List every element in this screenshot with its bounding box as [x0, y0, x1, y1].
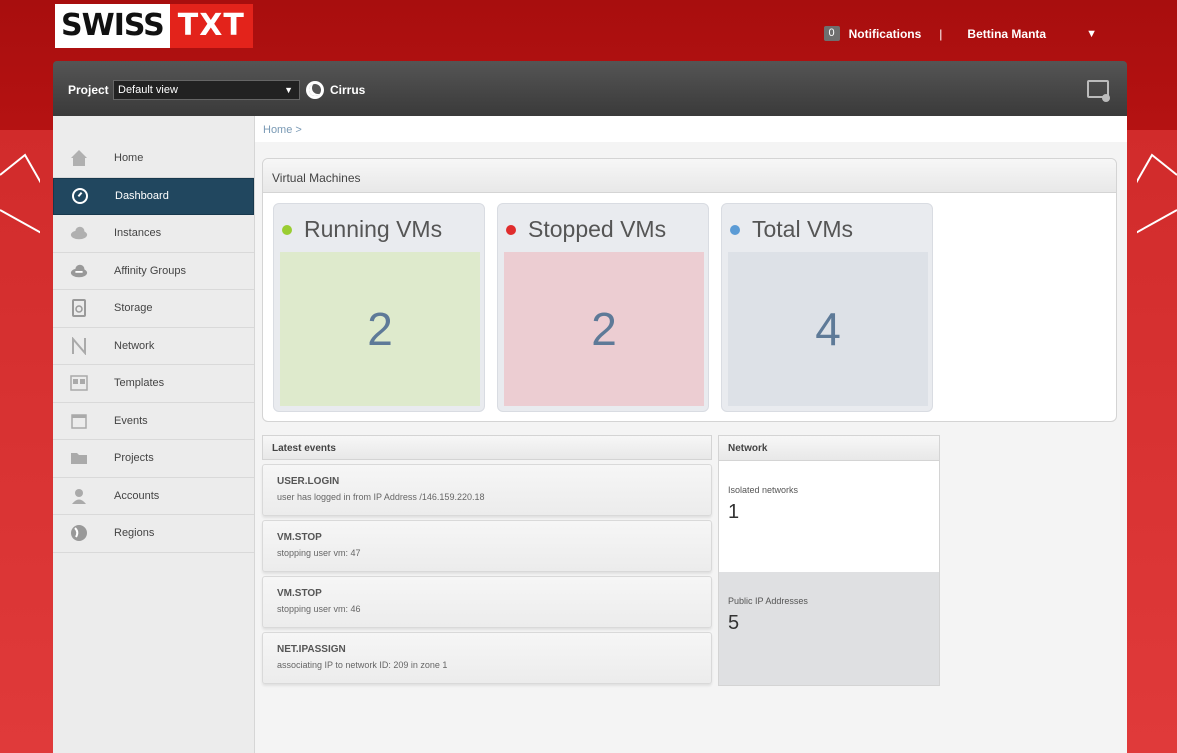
project-bar: Project Default view ▼ Cirrus — [53, 61, 1127, 116]
zone-name: Cirrus — [330, 83, 366, 97]
event-type: USER.LOGIN — [277, 476, 340, 487]
sidebar: Home Dashboard Instances Affinity Groups… — [53, 116, 255, 753]
card-label: Total VMs — [752, 216, 853, 242]
latest-events-panel: Latest events USER.LOGIN user has logged… — [262, 435, 712, 684]
sidebar-item-label: Affinity Groups — [114, 264, 186, 277]
project-select-value: Default view — [118, 84, 178, 96]
event-item[interactable]: VM.STOP stopping user vm: 47 — [262, 520, 712, 572]
right-decoration-icon — [1137, 153, 1177, 234]
cloud-icon — [70, 224, 88, 242]
status-dot-icon — [506, 224, 516, 235]
sidebar-item-accounts[interactable]: Accounts — [53, 478, 254, 515]
user-menu-caret-icon[interactable]: ▼ — [1086, 28, 1097, 40]
sidebar-item-label: Home — [114, 152, 144, 165]
card-title: Stopped VMs — [506, 216, 666, 243]
sidebar-item-affinity-groups[interactable]: Affinity Groups — [53, 253, 254, 290]
event-description: user has logged in from IP Address /146.… — [277, 492, 485, 502]
sidebar-item-templates[interactable]: Templates — [53, 365, 254, 403]
card-label: Stopped VMs — [528, 216, 667, 242]
calendar-icon — [70, 412, 88, 430]
isolated-networks-label: Isolated networks — [728, 485, 799, 495]
project-label: Project — [68, 83, 109, 97]
public-ip-value: 5 — [728, 612, 740, 634]
logo-text-swiss: SWISS — [55, 4, 170, 48]
swiss-txt-logo[interactable]: SWISS TXT — [55, 4, 253, 48]
breadcrumb-home-link[interactable]: Home — [263, 124, 292, 136]
main-content: Home > Virtual Machines Running VMs 2 St… — [255, 116, 1127, 753]
sidebar-item-label: Network — [114, 339, 155, 352]
isolated-networks-value: 1 — [728, 501, 740, 523]
event-item[interactable]: VM.STOP stopping user vm: 46 — [262, 576, 712, 628]
card-value: 2 — [280, 252, 480, 406]
card-label: Running VMs — [304, 216, 443, 242]
breadcrumb: Home > — [255, 116, 1127, 142]
sidebar-item-network[interactable]: Network — [53, 328, 254, 365]
sidebar-item-label: Projects — [114, 452, 154, 465]
event-type: VM.STOP — [277, 532, 322, 543]
left-decoration-icon — [0, 153, 40, 234]
separator: | — [939, 26, 943, 41]
logo-text-txt: TXT — [169, 4, 253, 48]
globe-icon — [70, 524, 88, 542]
stopped-vms-card[interactable]: Stopped VMs 2 — [497, 203, 709, 412]
panel-title: Latest events — [262, 435, 712, 460]
user-name[interactable]: Bettina Manta — [967, 27, 1046, 41]
sidebar-item-label: Instances — [114, 227, 162, 240]
user-icon — [70, 487, 88, 505]
panel-title: Network — [719, 436, 939, 461]
network-panel: Network Isolated networks 1 Public IP Ad… — [718, 435, 940, 686]
breadcrumb-separator: > — [295, 124, 302, 136]
sidebar-item-home[interactable]: Home — [53, 140, 254, 178]
event-description: stopping user vm: 46 — [277, 604, 361, 614]
notifications-count-badge[interactable]: 0 — [823, 26, 840, 41]
total-vms-card[interactable]: Total VMs 4 — [721, 203, 933, 412]
zone-selector[interactable]: Cirrus — [306, 81, 365, 99]
running-vms-card[interactable]: Running VMs 2 — [273, 203, 485, 412]
event-description: stopping user vm: 47 — [277, 548, 361, 558]
public-ip-label: Public IP Addresses — [728, 596, 808, 606]
virtual-machines-panel: Virtual Machines Running VMs 2 Stopped V… — [262, 158, 1117, 422]
sidebar-item-label: Storage — [114, 302, 153, 315]
templates-icon — [70, 374, 88, 392]
sidebar-item-events[interactable]: Events — [53, 403, 254, 440]
card-value: 4 — [728, 252, 928, 406]
disk-icon — [70, 299, 88, 318]
network-icon — [70, 336, 88, 355]
sidebar-item-label: Events — [114, 414, 148, 427]
sidebar-item-storage[interactable]: Storage — [53, 290, 254, 328]
user-bar: 0 Notifications | Bettina Manta ▼ — [823, 26, 1097, 41]
folder-icon — [70, 449, 88, 467]
sidebar-item-label: Regions — [114, 527, 155, 540]
card-title: Running VMs — [282, 216, 442, 243]
affinity-cloud-icon — [70, 262, 88, 280]
event-description: associating IP to network ID: 209 in zon… — [277, 660, 448, 670]
sidebar-item-instances[interactable]: Instances — [53, 215, 254, 253]
dropdown-arrow-icon: ▼ — [284, 85, 293, 95]
sidebar-item-label: Templates — [114, 377, 165, 390]
notifications-link[interactable]: Notifications — [849, 27, 922, 41]
dashboard-icon — [71, 187, 89, 205]
panel-title: Virtual Machines — [263, 159, 1116, 193]
event-type: VM.STOP — [277, 588, 322, 599]
globe-icon — [306, 81, 324, 99]
sidebar-item-regions[interactable]: Regions — [53, 515, 254, 553]
event-type: NET.IPASSIGN — [277, 644, 346, 655]
certificate-icon[interactable] — [1087, 80, 1110, 102]
card-title: Total VMs — [730, 216, 853, 243]
sidebar-item-label: Dashboard — [115, 190, 169, 203]
project-select[interactable]: Default view ▼ — [113, 80, 300, 100]
status-dot-icon — [282, 224, 292, 235]
public-ip-section[interactable]: Public IP Addresses 5 — [719, 572, 939, 685]
event-item[interactable]: USER.LOGIN user has logged in from IP Ad… — [262, 464, 712, 516]
status-dot-icon — [730, 224, 740, 235]
sidebar-item-projects[interactable]: Projects — [53, 440, 254, 478]
sidebar-item-label: Accounts — [114, 489, 160, 502]
home-icon — [70, 149, 88, 167]
isolated-networks-section[interactable]: Isolated networks 1 — [719, 461, 939, 571]
card-value: 2 — [504, 252, 704, 406]
sidebar-item-dashboard[interactable]: Dashboard — [53, 177, 254, 215]
event-item[interactable]: NET.IPASSIGN associating IP to network I… — [262, 632, 712, 684]
